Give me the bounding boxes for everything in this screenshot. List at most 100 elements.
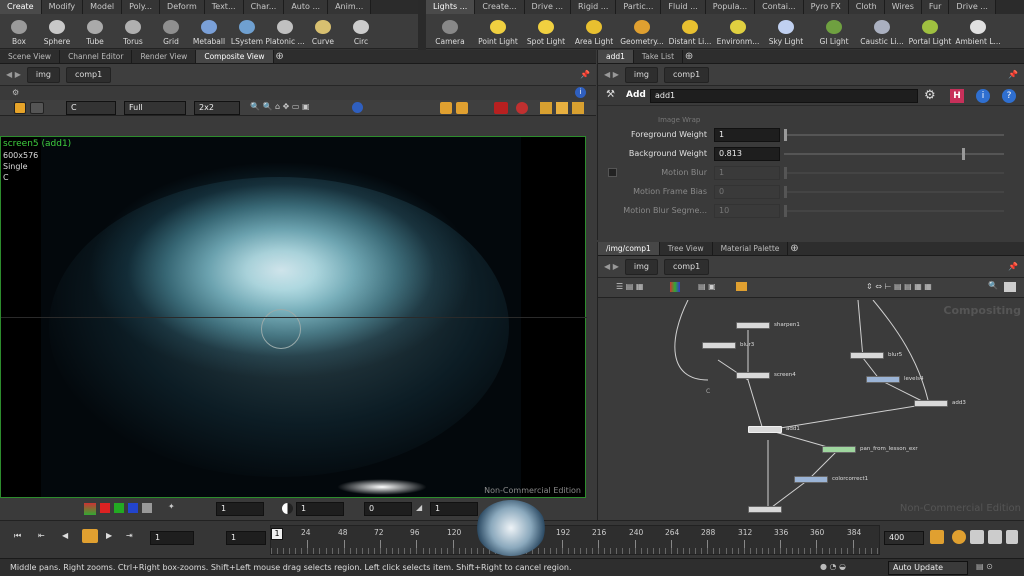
gamma-icon[interactable]: ◢ — [416, 503, 422, 512]
tool-right-2[interactable]: Spot Light — [522, 14, 570, 48]
shelf-tab-left-5[interactable]: Text... — [204, 0, 244, 14]
viewer-field-d[interactable]: 1 — [430, 502, 478, 516]
network-tab-2[interactable]: Material Palette — [713, 242, 789, 255]
goto-start-button[interactable]: ⏮ — [14, 531, 21, 541]
playhead[interactable]: 1 — [271, 528, 283, 540]
tool-right-11[interactable]: Ambient L... — [954, 14, 1002, 48]
status-icons[interactable]: ● ◔ ◒ — [820, 562, 846, 571]
green-channel-icon[interactable] — [114, 503, 124, 513]
info-icon[interactable] — [352, 102, 363, 113]
param-row-3-slider[interactable] — [784, 186, 1004, 198]
gear-icon[interactable]: ⚙ — [924, 88, 936, 103]
tool-left-2[interactable]: Tube — [76, 14, 114, 48]
param-row-1-field[interactable]: 0.813 — [714, 147, 780, 161]
tool-left-9[interactable]: Circ — [342, 14, 380, 48]
net-pin-icon[interactable]: 📌 — [1008, 262, 1018, 271]
viewer-tab-2[interactable]: Render View — [132, 50, 197, 63]
param-row-1-slider[interactable] — [784, 148, 1004, 160]
prev-key-button[interactable]: ⇤ — [38, 531, 45, 540]
param-back-arrow-icon[interactable]: ◀ ▶ — [604, 70, 619, 79]
help-h-icon[interactable]: H — [950, 89, 964, 103]
tool-left-7[interactable]: Platonic ... — [265, 14, 305, 48]
viewer-field-c[interactable]: 0 — [364, 502, 412, 516]
node-add1[interactable] — [748, 426, 782, 433]
tool-left-0[interactable]: Box — [0, 14, 38, 48]
viewport[interactable]: Non-Commercial Edition screen5 (add1) 60… — [0, 136, 587, 498]
shelf-tab-right-12[interactable]: Drive ... — [949, 0, 996, 14]
audio-icon[interactable] — [970, 530, 984, 544]
param-crumb-img[interactable]: img — [624, 66, 658, 83]
split-select[interactable]: 2x2 — [194, 101, 240, 115]
tool-left-8[interactable]: Curve — [304, 14, 342, 48]
net-crumb-comp1[interactable]: comp1 — [663, 258, 710, 275]
param-pin-icon[interactable]: 📌 — [1008, 70, 1018, 79]
gear-small-icon[interactable]: ⚙ — [12, 88, 19, 97]
tool-right-1[interactable]: Point Light — [474, 14, 522, 48]
shelf-tab-right-3[interactable]: Rigid ... — [571, 0, 617, 14]
tool-right-5[interactable]: Distant Li... — [666, 14, 714, 48]
tool-left-6[interactable]: LSystem — [228, 14, 266, 48]
tool-right-4[interactable]: Geometry... — [618, 14, 666, 48]
shelf-tab-left-3[interactable]: Poly... — [122, 0, 161, 14]
tool-right-7[interactable]: Sky Light — [762, 14, 810, 48]
shelf-tab-left-1[interactable]: Modify — [41, 0, 84, 14]
layout-icon-3[interactable] — [572, 102, 584, 114]
node-blur5[interactable] — [850, 352, 884, 359]
timeline-ruler[interactable]: 2448729612014416819221624026428831233636… — [270, 525, 880, 555]
tool-left-4[interactable]: Grid — [152, 14, 190, 48]
net-image-icon[interactable] — [1004, 282, 1016, 292]
snapshot-icon[interactable] — [440, 102, 452, 114]
status-right-icons[interactable]: ▤ ⊙ — [976, 562, 993, 571]
shelf-tab-left-4[interactable]: Deform — [160, 0, 205, 14]
notes-icon[interactable]: ▤ ▣ — [698, 282, 716, 291]
shelf-tab-left-0[interactable]: Create — [0, 0, 42, 14]
shelf-tab-right-8[interactable]: Pyro FX — [803, 0, 849, 14]
layout-icon-2[interactable] — [556, 102, 568, 114]
blue-channel-icon[interactable] — [128, 503, 138, 513]
node-levels4[interactable] — [866, 376, 900, 383]
crosshair-handle[interactable] — [261, 309, 301, 349]
param-row-2-field[interactable]: 1 — [714, 166, 780, 180]
tool-left-5[interactable]: Metaball — [190, 14, 228, 48]
param-row-4-slider-handle[interactable] — [784, 205, 787, 217]
tool-right-9[interactable]: Caustic Li... — [858, 14, 906, 48]
shelf-tab-left-6[interactable]: Char... — [243, 0, 285, 14]
net-back-arrow-icon[interactable]: ◀ ▶ — [604, 262, 619, 271]
network-tab-add-icon[interactable]: ⊕ — [788, 242, 800, 255]
folder-icon[interactable] — [736, 282, 747, 291]
key-icon[interactable] — [930, 530, 944, 544]
shelf-tab-right-0[interactable]: Lights ... — [426, 0, 476, 14]
shelf-tab-left-7[interactable]: Auto ... — [284, 0, 329, 14]
viewer-tab-3[interactable]: Composite View — [196, 50, 274, 63]
alpha-channel-icon[interactable] — [142, 503, 152, 513]
shelf-tab-right-6[interactable]: Popula... — [705, 0, 756, 14]
pin-icon[interactable]: 📌 — [580, 70, 590, 79]
auto-update-select[interactable]: Auto Update — [888, 561, 968, 575]
tool-left-3[interactable]: Torus — [114, 14, 152, 48]
view-mode-icon[interactable] — [14, 102, 26, 114]
node-blur3[interactable] — [702, 342, 736, 349]
param-row-2-slider[interactable] — [784, 167, 1004, 179]
tool-right-10[interactable]: Portal Light — [906, 14, 954, 48]
color-swatch-icon[interactable] — [84, 503, 96, 515]
param-row-0-slider-handle[interactable] — [784, 129, 787, 141]
help-icon[interactable]: i — [575, 87, 586, 98]
network-tab-0[interactable]: /img/comp1 — [598, 242, 660, 255]
path-crumb-comp1[interactable]: comp1 — [65, 66, 112, 83]
viewer-tab-0[interactable]: Scene View — [0, 50, 61, 63]
node-colorcorrect1[interactable] — [794, 476, 828, 483]
list-view-icon[interactable]: ☰ ▤ ▦ — [616, 282, 643, 291]
net-search-icon[interactable]: 🔍 — [988, 281, 998, 290]
layout-tools-icon[interactable]: ⇕ ⇔ ⊢ ▤ ▤ ▦ ▦ — [866, 282, 932, 291]
net-crumb-img[interactable]: img — [624, 258, 658, 275]
shelf-tab-right-10[interactable]: Wires — [884, 0, 922, 14]
node-output[interactable] — [748, 506, 782, 513]
viewer-field-b[interactable]: 1 — [296, 502, 344, 516]
param-row-0-slider[interactable] — [784, 129, 1004, 141]
motion-blur-checkbox[interactable] — [608, 168, 617, 177]
param-tab-0[interactable]: add1 — [598, 50, 634, 63]
render-icon[interactable] — [494, 102, 508, 114]
palette-icon[interactable] — [670, 282, 680, 292]
param-tab-1[interactable]: Take List — [634, 50, 684, 63]
shelf-tab-right-1[interactable]: Create... — [475, 0, 525, 14]
